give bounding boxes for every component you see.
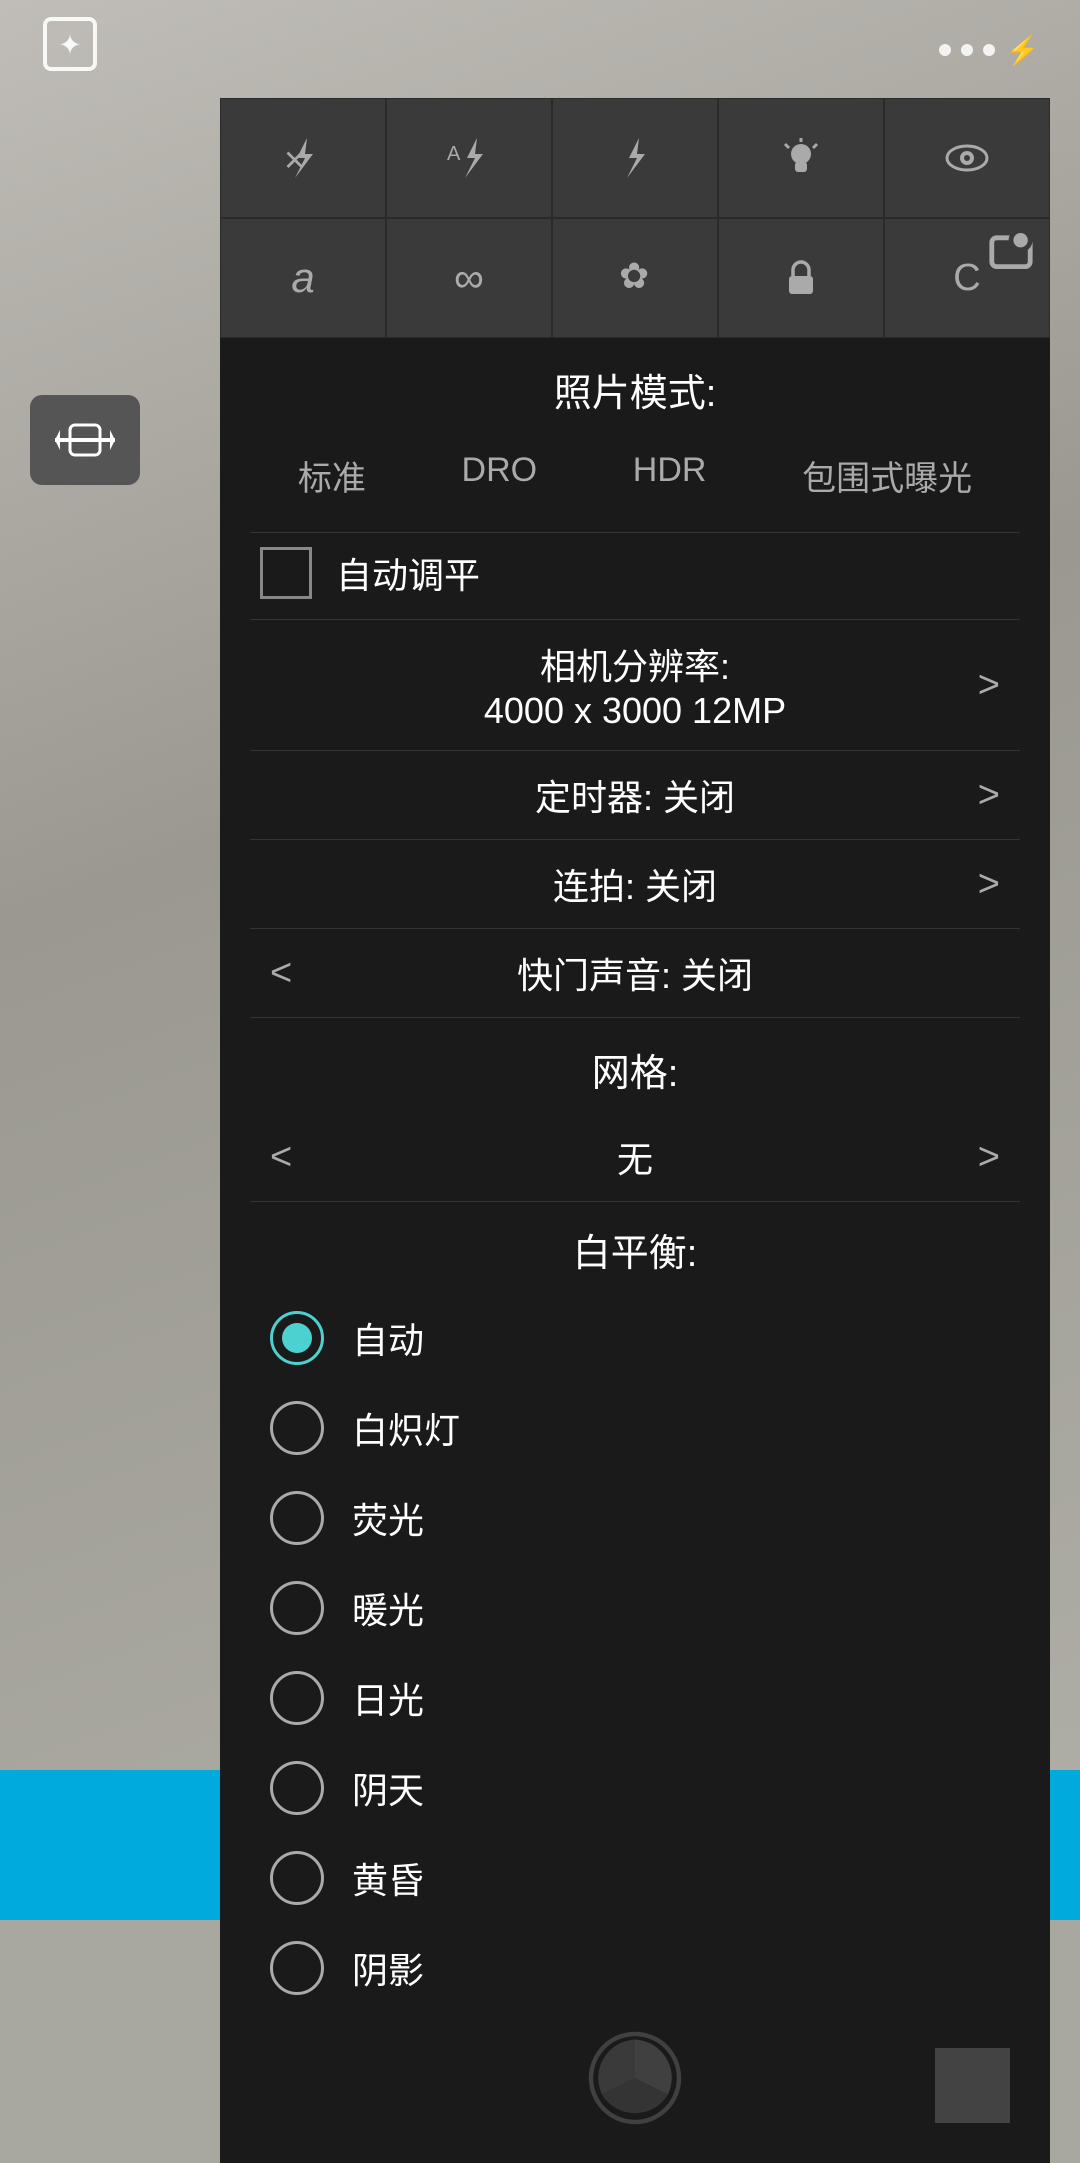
gallery-thumbnail[interactable] xyxy=(935,2048,1010,2123)
dot-3 xyxy=(983,44,995,56)
focus-icon-row: a ∞ ✿ C xyxy=(220,218,1050,338)
flash-icon-row: ✕ A xyxy=(220,98,1050,218)
grid-label: 网格: xyxy=(220,1018,1050,1113)
grid-value-row[interactable]: < 无 > xyxy=(220,1113,1050,1201)
timer-label: 定时器: 关闭 xyxy=(535,769,735,821)
wb-shade-row[interactable]: 阴影 xyxy=(220,1923,1050,2013)
infinity-focus-button[interactable]: ∞ xyxy=(386,218,552,338)
shutter-arrow-left-icon[interactable]: < xyxy=(270,952,292,995)
wb-auto-radio-inner xyxy=(282,1323,312,1353)
svg-text:✿: ✿ xyxy=(619,255,649,296)
auto-level-row: 自动调平 xyxy=(220,533,1050,619)
shutter-area xyxy=(220,2013,1050,2143)
more-menu[interactable]: ⚡ xyxy=(939,34,1040,67)
wb-dusk-label: 黄昏 xyxy=(352,1852,424,1904)
svg-text:✦: ✦ xyxy=(58,29,81,60)
mode-bracketing[interactable]: 包围式曝光 xyxy=(786,443,988,508)
flash-auto-button[interactable]: A xyxy=(386,98,552,218)
wb-auto-row[interactable]: 自动 xyxy=(220,1293,1050,1383)
photo-mode-label: 照片模式: xyxy=(220,338,1050,433)
grid-arrow-left-icon[interactable]: < xyxy=(270,1136,292,1179)
wb-cloudy-radio[interactable] xyxy=(270,1761,324,1815)
wb-warm-radio[interactable] xyxy=(270,1581,324,1635)
flash-off-button[interactable]: ✕ xyxy=(220,98,386,218)
shutter-row[interactable]: < 快门声音: 关闭 xyxy=(220,929,1050,1017)
resolution-section: 相机分辨率: 4000 x 3000 12MP > xyxy=(220,620,1050,750)
auto-level-label: 自动调平 xyxy=(336,547,480,599)
mode-dro[interactable]: DRO xyxy=(446,443,554,508)
wb-shade-radio[interactable] xyxy=(270,1941,324,1995)
dot-1 xyxy=(939,44,951,56)
wb-daylight-radio[interactable] xyxy=(270,1671,324,1725)
wb-fluorescent-radio[interactable] xyxy=(270,1491,324,1545)
torch-button[interactable] xyxy=(718,98,884,218)
continuous-focus-button[interactable]: C xyxy=(884,218,1050,338)
burst-label: 连拍: 关闭 xyxy=(553,858,717,910)
wb-auto-label: 自动 xyxy=(352,1312,424,1364)
eye-mode-button[interactable] xyxy=(884,98,1050,218)
shutter-icon xyxy=(580,2023,690,2133)
grid-value: 无 xyxy=(617,1131,653,1183)
wb-options-list: 自动 白炽灯 荧光 暖光 日光 阴天 黄昏 阴影 xyxy=(220,1293,1050,2013)
wb-fluorescent-row[interactable]: 荧光 xyxy=(220,1473,1050,1563)
burst-arrow-icon[interactable]: > xyxy=(978,863,1000,906)
flip-icon xyxy=(50,415,120,465)
timer-row[interactable]: 定时器: 关闭 > xyxy=(220,751,1050,839)
edit-icon[interactable]: ✦ xyxy=(40,14,100,87)
wb-fluorescent-label: 荧光 xyxy=(352,1492,424,1544)
focus-lock-button[interactable] xyxy=(718,218,884,338)
wb-warm-label: 暖光 xyxy=(352,1582,424,1634)
settings-panel: ✕ A xyxy=(220,98,1050,2163)
macro-button[interactable]: ✿ xyxy=(552,218,718,338)
mode-standard[interactable]: 标准 xyxy=(282,443,382,508)
mode-hdr[interactable]: HDR xyxy=(617,443,723,508)
wb-cloudy-label: 阴天 xyxy=(352,1762,424,1814)
wb-incandescent-row[interactable]: 白炽灯 xyxy=(220,1383,1050,1473)
wb-incandescent-radio[interactable] xyxy=(270,1401,324,1455)
flash-on-button[interactable] xyxy=(552,98,718,218)
wb-shade-label: 阴影 xyxy=(352,1942,424,1994)
grid-arrow-right-icon[interactable]: > xyxy=(978,1136,1000,1179)
top-bar: ✦ ⚡ xyxy=(0,0,1080,100)
auto-level-checkbox[interactable] xyxy=(260,547,312,599)
flash-indicator-icon: ⚡ xyxy=(1005,34,1040,67)
shutter-label: 快门声音: 关闭 xyxy=(517,947,753,999)
wb-section-label: 白平衡: xyxy=(220,1202,1050,1293)
wb-cloudy-row[interactable]: 阴天 xyxy=(220,1743,1050,1833)
wb-incandescent-label: 白炽灯 xyxy=(352,1402,460,1454)
wb-daylight-label: 日光 xyxy=(352,1672,424,1724)
burst-row[interactable]: 连拍: 关闭 > xyxy=(220,840,1050,928)
resolution-label: 相机分辨率: xyxy=(484,638,786,690)
dot-2 xyxy=(961,44,973,56)
wb-dusk-radio[interactable] xyxy=(270,1851,324,1905)
wb-dusk-row[interactable]: 黄昏 xyxy=(220,1833,1050,1923)
wb-daylight-row[interactable]: 日光 xyxy=(220,1653,1050,1743)
svg-text:A: A xyxy=(447,143,461,165)
resolution-value: 4000 x 3000 12MP xyxy=(484,690,786,732)
auto-focus-button[interactable]: a xyxy=(220,218,386,338)
flip-camera-button[interactable] xyxy=(30,395,140,485)
photo-mode-row: 标准 DRO HDR 包围式曝光 xyxy=(220,433,1050,532)
timer-arrow-icon[interactable]: > xyxy=(978,774,1000,817)
wb-auto-radio[interactable] xyxy=(270,1311,324,1365)
resolution-arrow-icon[interactable]: > xyxy=(978,664,1000,707)
wb-warm-row[interactable]: 暖光 xyxy=(220,1563,1050,1653)
